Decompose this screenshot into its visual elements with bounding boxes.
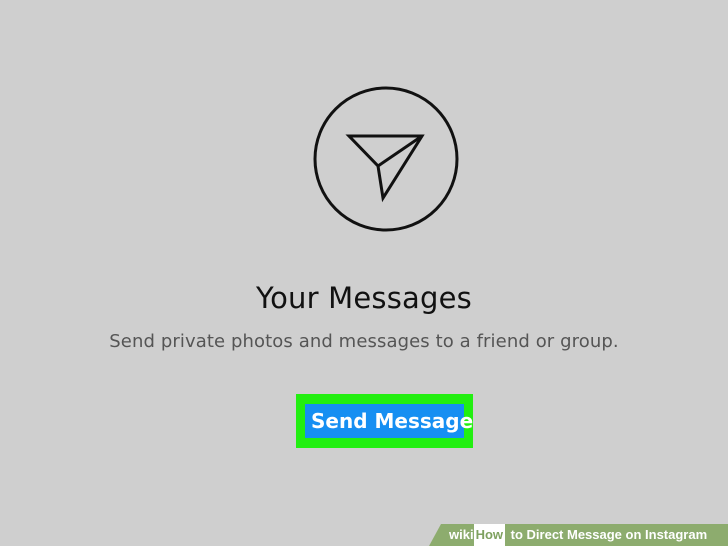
wikihow-wiki-text: wiki xyxy=(449,527,474,542)
send-message-button[interactable]: Send Message xyxy=(305,404,473,438)
page-title: Your Messages xyxy=(256,281,472,315)
messages-screen: Your Messages Send private photos and me… xyxy=(0,0,728,546)
wikihow-banner: wiki How to Direct Message on Instagram xyxy=(429,524,728,546)
page-subtitle: Send private photos and messages to a fr… xyxy=(109,331,619,352)
wikihow-title-text: to Direct Message on Instagram xyxy=(507,527,708,542)
paper-plane-icon xyxy=(313,86,459,232)
send-message-highlight: Send Message xyxy=(296,394,473,448)
wikihow-how-text: How xyxy=(473,524,506,546)
